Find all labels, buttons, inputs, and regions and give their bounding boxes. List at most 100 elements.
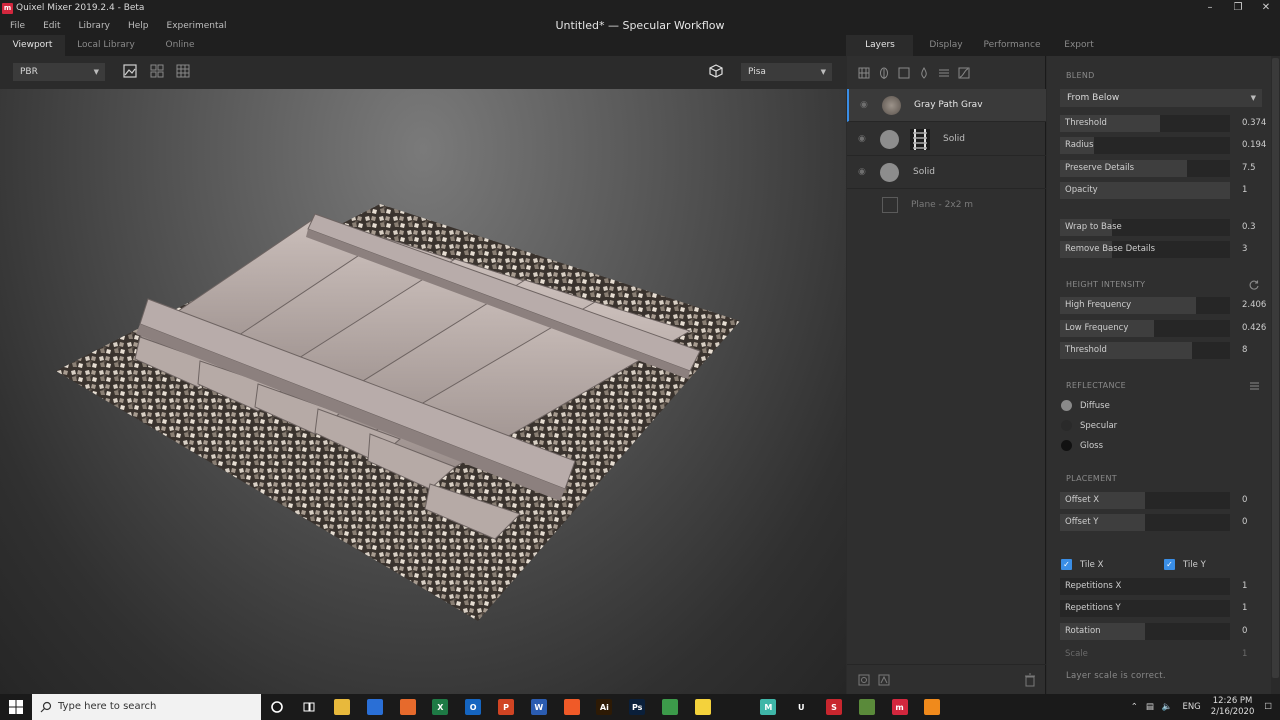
specular-swatch[interactable] (1061, 420, 1072, 431)
powerpoint-icon[interactable]: P (498, 699, 514, 715)
unreal-icon[interactable]: U (793, 699, 810, 715)
eye-icon[interactable]: ◉ (860, 100, 871, 111)
wrap-to-base-slider[interactable]: Wrap to Base (1060, 219, 1230, 236)
offset-y-value[interactable]: 0 (1242, 517, 1247, 527)
blend-threshold-value[interactable]: 0.374 (1242, 118, 1266, 128)
photoshop-icon[interactable]: Ps (629, 699, 646, 715)
remove-base-details-value[interactable]: 3 (1242, 244, 1247, 254)
task-view-icon[interactable] (302, 700, 316, 714)
high-frequency-value[interactable]: 2.406 (1242, 300, 1266, 310)
diffuse-swatch[interactable] (1061, 400, 1072, 411)
repetitions-x-field[interactable]: Repetitions X (1060, 578, 1230, 595)
scale-field[interactable]: Scale (1060, 646, 1230, 663)
tile-x-checkbox[interactable]: ✓ (1061, 559, 1072, 570)
cortana-icon[interactable] (270, 700, 284, 714)
clock[interactable]: 12:26 PM 2/16/2020 (1211, 696, 1255, 718)
eye-icon[interactable]: ◉ (858, 167, 869, 178)
tab-local-library[interactable]: Local Library (65, 35, 147, 56)
notifications-icon[interactable]: ☐ (1264, 702, 1272, 712)
layer-row-solid-rail[interactable]: ◉ Solid (847, 123, 1046, 156)
repetitions-y-value[interactable]: 1 (1242, 603, 1247, 613)
opacity-slider[interactable]: Opacity (1060, 182, 1230, 199)
blend-threshold-slider[interactable]: Threshold (1060, 115, 1230, 132)
wrap-to-base-value[interactable]: 0.3 (1242, 222, 1256, 232)
grid-2x2-icon[interactable] (149, 63, 165, 79)
mixer-taskbar-icon[interactable]: m (891, 699, 908, 715)
3d-viewport[interactable] (0, 89, 846, 694)
start-button[interactable] (0, 694, 32, 720)
offset-x-value[interactable]: 0 (1242, 495, 1247, 505)
drop-icon[interactable] (917, 66, 931, 80)
tab-export[interactable]: Export (1045, 35, 1113, 56)
adjustments-icon[interactable] (937, 66, 951, 80)
illustrator-icon[interactable]: Ai (596, 699, 613, 715)
low-frequency-slider[interactable]: Low Frequency (1060, 320, 1230, 337)
menu-edit[interactable]: Edit (43, 21, 60, 31)
menu-file[interactable]: File (10, 21, 25, 31)
substance-icon[interactable]: S (826, 699, 842, 715)
network-icon[interactable]: ▤ (1146, 702, 1154, 712)
maximize-icon[interactable]: ❐ (1224, 0, 1252, 16)
menu-help[interactable]: Help (128, 21, 149, 31)
tab-layers[interactable]: Layers (847, 35, 913, 56)
eye-icon[interactable]: ◉ (858, 134, 869, 145)
preserve-details-slider[interactable]: Preserve Details (1060, 160, 1230, 177)
low-frequency-value[interactable]: 0.426 (1242, 323, 1266, 333)
scrollbar-thumb[interactable] (1272, 58, 1279, 678)
rotation-value[interactable]: 0 (1242, 626, 1247, 636)
reset-icon[interactable] (1248, 279, 1260, 291)
environment-dropdown[interactable]: Pisa ▼ (741, 63, 832, 81)
solid-layer-icon[interactable] (897, 66, 911, 80)
language-indicator[interactable]: ENG (1182, 702, 1200, 712)
blender-icon[interactable] (727, 699, 744, 715)
layer-row-solid[interactable]: ◉ Solid (847, 156, 1046, 189)
menu-library[interactable]: Library (79, 21, 110, 31)
layer-row-gray-path-grav[interactable]: ◉ Gray Path Grav (847, 89, 1046, 122)
trash-icon[interactable] (1023, 673, 1037, 687)
blend-radius-value[interactable]: 0.194 (1242, 140, 1266, 150)
taskbar-search-input[interactable]: Type here to search (32, 694, 261, 720)
rotation-slider[interactable]: Rotation (1060, 623, 1230, 640)
chevron-up-icon[interactable]: ⌃ (1131, 702, 1138, 712)
height-threshold-slider[interactable]: Threshold (1060, 342, 1230, 359)
repetitions-y-field[interactable]: Repetitions Y (1060, 600, 1230, 617)
offset-y-slider[interactable]: Offset Y (1060, 514, 1230, 531)
file-explorer-icon[interactable] (334, 699, 350, 715)
tab-viewport[interactable]: Viewport (0, 35, 65, 56)
tile-y-checkbox[interactable]: ✓ (1164, 559, 1175, 570)
offset-x-slider[interactable]: Offset X (1060, 492, 1230, 509)
image-view-icon[interactable] (122, 63, 138, 79)
gloss-swatch[interactable] (1061, 440, 1072, 451)
properties-scrollbar[interactable] (1271, 56, 1280, 694)
render-mode-dropdown[interactable]: PBR ▼ (13, 63, 105, 81)
excel-icon[interactable]: X (432, 699, 449, 715)
sticky-notes-icon[interactable] (694, 699, 711, 715)
preserve-details-value[interactable]: 7.5 (1242, 163, 1256, 173)
grid-3x3-icon[interactable] (175, 63, 191, 79)
layer-row-plane[interactable]: Plane - 2x2 m (847, 189, 1046, 222)
menu-icon[interactable] (1249, 381, 1260, 391)
curve-icon[interactable] (957, 66, 971, 80)
surface-layer-icon[interactable] (857, 66, 871, 80)
opacity-value[interactable]: 1 (1242, 185, 1247, 195)
volume-icon[interactable]: 🔈 (1162, 702, 1173, 712)
minecraft-icon[interactable] (858, 699, 875, 715)
word-icon[interactable]: W (530, 699, 547, 715)
firefox-icon[interactable] (399, 699, 416, 715)
blend-radius-slider[interactable]: Radius (1060, 137, 1230, 154)
remove-base-details-slider[interactable]: Remove Base Details (1060, 241, 1230, 258)
chrome-icon[interactable] (662, 699, 678, 715)
vlc-icon[interactable] (924, 699, 941, 715)
menu-experimental[interactable]: Experimental (167, 21, 227, 31)
add-mask-icon[interactable] (857, 673, 871, 687)
add-effect-icon[interactable] (877, 673, 891, 687)
close-icon[interactable]: ✕ (1252, 0, 1280, 16)
store-icon[interactable] (366, 699, 383, 715)
height-threshold-value[interactable]: 8 (1242, 345, 1247, 355)
minimize-icon[interactable]: – (1196, 0, 1224, 16)
brave-icon[interactable] (563, 699, 580, 715)
tab-display[interactable]: Display (913, 35, 979, 56)
blend-mode-dropdown[interactable]: From Below ▼ (1060, 89, 1262, 107)
megascans-icon[interactable]: M (760, 699, 777, 715)
high-frequency-slider[interactable]: High Frequency (1060, 297, 1230, 314)
